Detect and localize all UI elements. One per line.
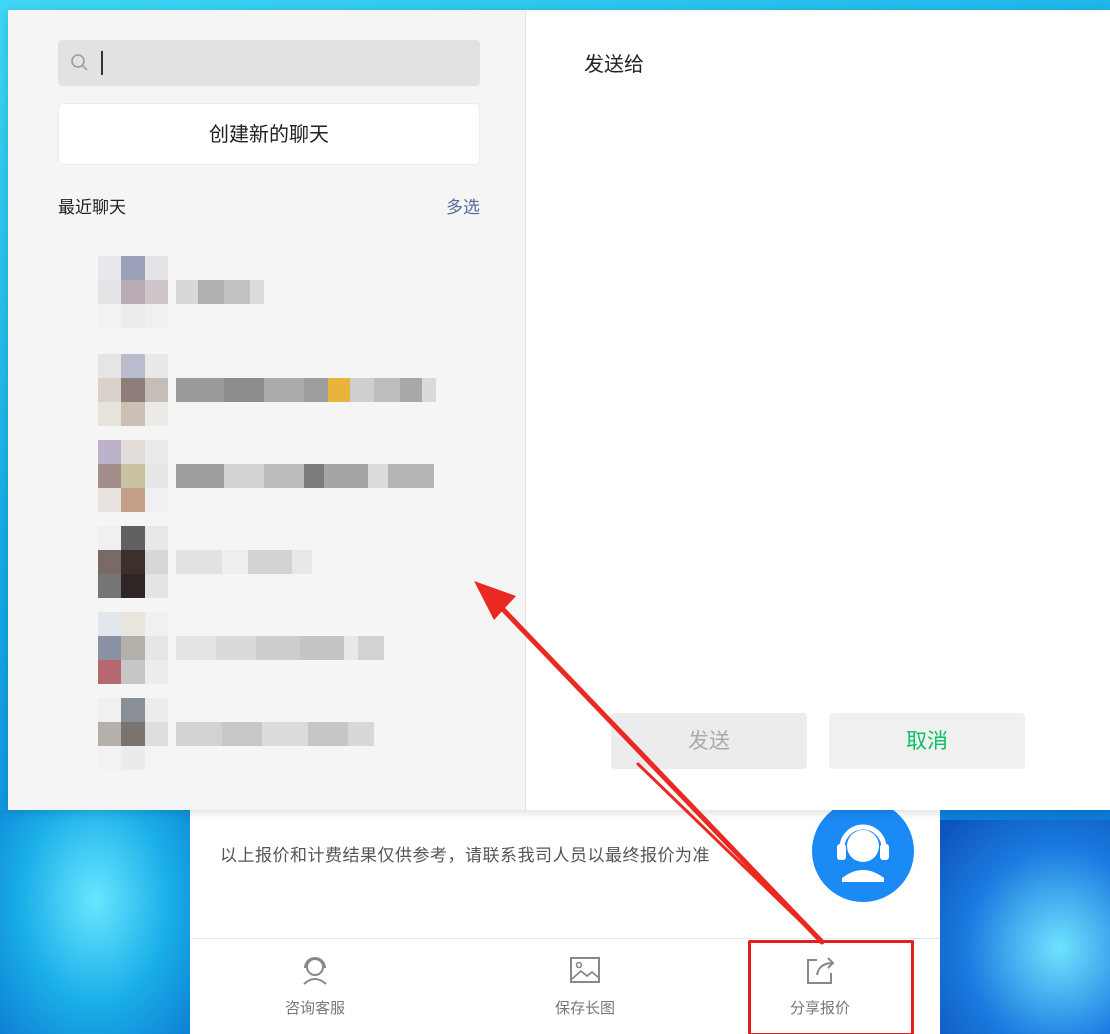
search-icon bbox=[71, 54, 88, 71]
blurred-contact-name bbox=[176, 636, 384, 660]
avatar bbox=[98, 698, 168, 770]
recent-chats-header: 最近聊天 多选 bbox=[58, 193, 480, 219]
create-new-chat-button[interactable]: 创建新的聊天 bbox=[58, 103, 480, 165]
save-long-image-label: 保存长图 bbox=[554, 999, 615, 1017]
search-box[interactable] bbox=[58, 40, 480, 86]
customer-service-float-button[interactable] bbox=[812, 800, 914, 902]
multi-select-link[interactable]: 多选 bbox=[446, 193, 480, 218]
avatar bbox=[98, 440, 168, 512]
avatar bbox=[98, 526, 168, 598]
consult-service-button[interactable]: 咨询客服 bbox=[245, 953, 385, 1018]
blurred-contact-name bbox=[176, 378, 436, 402]
share-dialog: 创建新的聊天 最近聊天 多选 发送给 发送 取消 bbox=[8, 10, 1110, 810]
search-input[interactable] bbox=[100, 48, 460, 78]
avatar bbox=[98, 354, 168, 426]
bottom-action-bar: 咨询客服 保存长图 分享报价 bbox=[190, 938, 940, 1034]
cancel-button[interactable]: 取消 bbox=[829, 713, 1025, 769]
text-cursor bbox=[101, 51, 103, 75]
desktop-wallpaper-glow-left bbox=[0, 810, 190, 1034]
send-to-pane: 发送给 发送 取消 bbox=[526, 10, 1110, 810]
recent-chats-title: 最近聊天 bbox=[58, 198, 126, 218]
blurred-contact-name bbox=[176, 280, 264, 304]
image-icon bbox=[570, 957, 600, 983]
blurred-contact-name bbox=[176, 464, 434, 488]
headset-icon bbox=[837, 824, 889, 882]
desktop-wallpaper-glow bbox=[940, 820, 1110, 1034]
disclaimer-text: 以上报价和计费结果仅供参考，请联系我司人员以最终报价为准 bbox=[220, 846, 710, 866]
blurred-contact-name bbox=[176, 550, 312, 574]
avatar bbox=[98, 256, 168, 328]
send-button[interactable]: 发送 bbox=[611, 713, 807, 769]
share-button-highlight-box bbox=[748, 940, 914, 1034]
blurred-contact-name bbox=[176, 722, 374, 746]
consult-service-label: 咨询客服 bbox=[284, 999, 345, 1017]
headset-icon bbox=[303, 957, 327, 985]
save-long-image-button[interactable]: 保存长图 bbox=[515, 953, 655, 1018]
chat-picker-pane: 创建新的聊天 最近聊天 多选 bbox=[8, 10, 526, 810]
avatar bbox=[98, 612, 168, 684]
send-to-title: 发送给 bbox=[584, 52, 644, 76]
